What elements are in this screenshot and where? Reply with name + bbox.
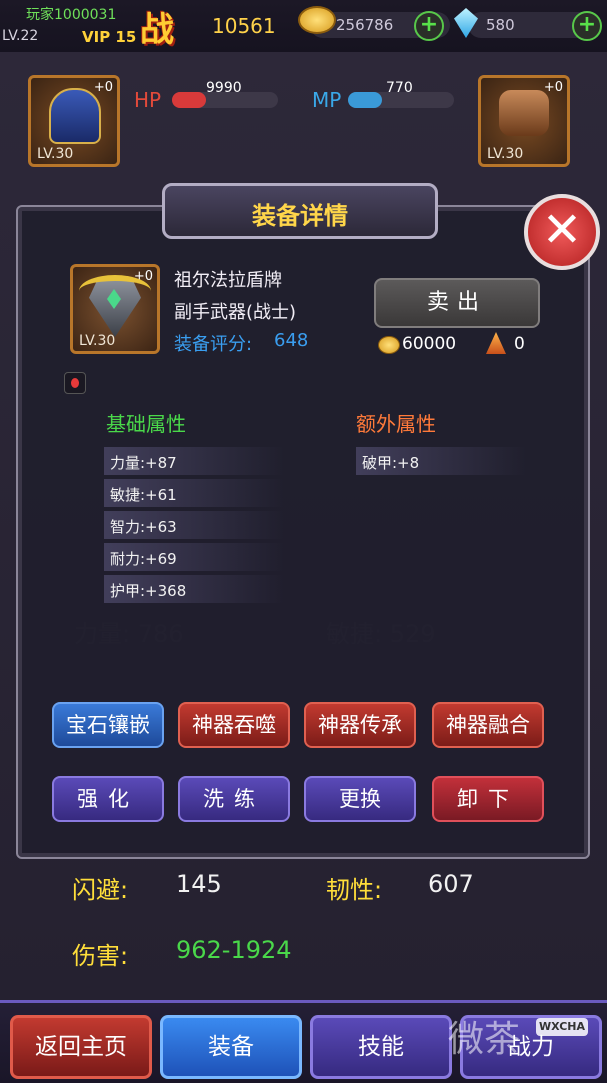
artifact-fuse-button[interactable]: 神器融合 [432,702,544,748]
add-gold-button[interactable]: + [414,11,444,41]
damage-value: 962-1924 [176,936,292,964]
nav-equipment-tab[interactable]: 装备 [160,1015,302,1079]
base-attr-text: 耐力:+69 [110,550,177,568]
item-level: LV.30 [79,333,116,349]
refine-button[interactable]: 洗练 [178,776,290,822]
watermark-text: 微茶 [448,1019,521,1060]
mp-value: 770 [386,80,413,96]
base-attr-text: 力量:+87 [110,454,177,472]
sell-button[interactable]: 卖出 [374,278,540,328]
base-attr-row: 敏捷:+61 [104,479,284,507]
damage-label: 伤害: [72,942,129,970]
gem-amount: 580 [486,16,515,34]
gold-coin-icon [298,6,336,34]
artifact-inherit-button[interactable]: 神器传承 [304,702,416,748]
helmet-icon [49,88,101,144]
gem-socket-icon[interactable] [64,372,86,394]
close-button[interactable]: ✕ [524,194,600,270]
replace-button[interactable]: 更换 [304,776,416,822]
base-attr-row: 护甲:+368 [104,575,284,603]
base-attr-row: 智力:+63 [104,511,284,539]
player-name: 玩家1000031 [26,7,117,23]
mp-bar-fill [348,92,382,108]
base-attributes-title: 基础属性 [106,412,186,436]
nav-skills-tab[interactable]: 技能 [310,1015,452,1079]
vip-badge[interactable]: VIP 15 [82,28,136,46]
item-score: 648 [274,330,309,351]
toughness-value: 607 [428,870,474,898]
extra-attr-row: 破甲:+8 [356,447,526,475]
item-name: 祖尔法拉盾牌 [174,270,282,291]
helmet-level: LV.30 [37,146,74,162]
mp-label: MP [312,88,342,112]
extra-attributes-title: 额外属性 [356,412,436,436]
hp-value: 9990 [206,80,242,96]
item-score-label: 装备评分: [174,334,253,355]
hp-bar-fill [172,92,206,108]
power-value: 10561 [212,14,276,38]
dialog-title-plate: 装备详情 [162,183,438,239]
dialog-title: 装备详情 [252,202,348,230]
unequip-button[interactable]: 卸下 [432,776,544,822]
dodge-value: 145 [176,870,222,898]
equip-slot-gloves[interactable]: +0 LV.30 [478,75,570,167]
dodge-label: 闪避: [72,876,129,904]
base-attr-text: 智力:+63 [110,518,177,536]
add-gems-button[interactable]: + [572,11,602,41]
shard-count: 0 [514,334,525,354]
watermark-tag: WXCHA [536,1018,588,1036]
item-type: 副手武器(战士) [174,302,297,323]
sell-price: 60000 [402,334,457,354]
base-attr-text: 护甲:+368 [110,582,187,600]
gloves-icon [499,90,549,136]
hp-label: HP [134,88,162,112]
gold-coin-icon [378,336,400,354]
base-attr-row: 耐力:+69 [104,543,284,571]
artifact-devour-button[interactable]: 神器吞噬 [178,702,290,748]
extra-attr-text: 破甲:+8 [362,454,420,472]
equip-slot-helmet[interactable]: +0 LV.30 [28,75,120,167]
item-icon: +0 LV.30 [70,264,160,354]
gloves-plus-level: +0 [543,80,563,95]
gloves-level: LV.30 [487,146,524,162]
gold-amount: 256786 [336,16,394,34]
gem-inlay-button[interactable]: 宝石镶嵌 [52,702,164,748]
base-attr-row: 力量:+87 [104,447,284,475]
helmet-plus-level: +0 [93,80,113,95]
player-level: LV.22 [2,28,39,44]
enhance-button[interactable]: 强化 [52,776,164,822]
base-attr-text: 敏捷:+61 [110,486,177,504]
power-icon: 战 [140,10,174,50]
nav-home-button[interactable]: 返回主页 [10,1015,152,1079]
toughness-label: 韧性: [326,876,383,904]
top-status-bar: 玩家1000031 LV.22 VIP 15 战 10561 256786 + … [0,0,607,52]
